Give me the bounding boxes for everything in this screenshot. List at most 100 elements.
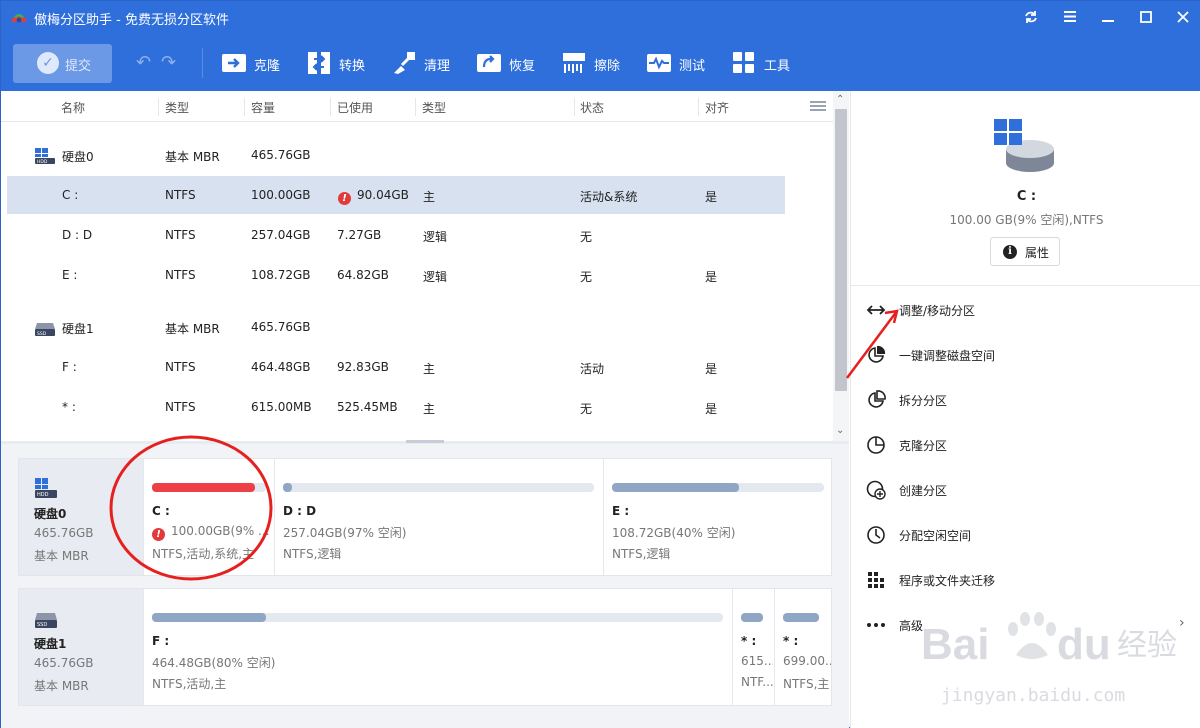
chevron-right-icon: › [1179, 615, 1185, 631]
op-app-mover[interactable]: 程序或文件夹迁移 [851, 558, 1200, 603]
op-resize-move[interactable]: 调整/移动分区 [851, 288, 1200, 333]
op-advanced[interactable]: 高级 › [851, 603, 1200, 648]
refresh-icon[interactable] [1019, 6, 1043, 28]
partition-name: E : [612, 504, 630, 518]
partition-attrs: NTFS,主 [783, 677, 830, 691]
row-fs: 基本 MBR [165, 150, 220, 164]
used-value: 90.04GB [357, 188, 409, 202]
row-status: 无 [580, 230, 593, 244]
partition-block-star-2[interactable]: * : 699.00... NTFS,主 [774, 589, 832, 705]
disk-info: SSD 硬盘1 465.76GB 基本 MBR [19, 589, 143, 705]
partition-row-e[interactable]: E : NTFS 108.72GB 64.82GB 逻辑 无 是 [7, 256, 785, 294]
partition-name: * : [783, 634, 799, 648]
window-title: 傲梅分区助手 - 免费无损分区软件 [34, 13, 229, 28]
partition-attrs: NTFS,逻辑 [612, 547, 671, 561]
row-ptype: 逻辑 [423, 270, 448, 284]
partition-block-d[interactable]: D : D 257.04GB(97% 空闲) NTFS,逻辑 [274, 459, 603, 575]
undo-icon[interactable]: ↶ [136, 52, 151, 73]
resize-move-icon [866, 305, 886, 315]
scroll-up-icon[interactable]: ⌃ [836, 94, 844, 105]
row-capacity: 108.72GB [251, 268, 311, 282]
partition-block-f[interactable]: F : 464.48GB(80% 空闲) NTFS,活动,主 [143, 589, 732, 705]
usage-fill [741, 613, 763, 622]
submit-button[interactable]: ✓ 提交 [13, 44, 112, 83]
vertical-scrollbar[interactable]: ⌃ ⌄ [833, 91, 849, 441]
row-fs: 基本 MBR [165, 322, 220, 336]
maximize-icon[interactable] [1134, 6, 1158, 28]
tool-label: 恢复 [509, 59, 536, 74]
panel-divider [851, 285, 1200, 286]
disk-row[interactable]: SSD 硬盘1 基本 MBR 465.76GB [7, 308, 785, 346]
column-name[interactable]: 名称 [61, 99, 85, 116]
partition-row-c[interactable]: C : NTFS 100.00GB ! 90.04GB 主 活动&系统 是 [7, 176, 785, 214]
row-used: 525.45MB [337, 400, 398, 414]
row-used: ! 90.04GB [338, 188, 409, 205]
app-logo-icon [11, 14, 27, 23]
clone-partition-icon [867, 436, 885, 454]
column-fs[interactable]: 类型 [165, 99, 189, 116]
op-clone-partition[interactable]: 克隆分区 [851, 423, 1200, 468]
selected-partition-name: C : [1016, 189, 1037, 204]
disk-type: 基本 MBR [34, 679, 89, 693]
warning-icon: ! [338, 192, 351, 205]
row-status: 无 [580, 270, 593, 284]
warning-icon: ! [152, 528, 165, 541]
column-type[interactable]: 类型 [422, 99, 446, 116]
column-divider [244, 98, 245, 116]
partition-block-c[interactable]: C : ! 100.00GB(9% ... NTFS,活动,系统,主 [143, 459, 274, 575]
recover-icon [477, 54, 501, 72]
wipe-icon [563, 53, 585, 73]
title-bar: 傲梅分区助手 - 免费无损分区软件 [1, 1, 1200, 34]
op-create-partition[interactable]: 创建分区 [851, 468, 1200, 513]
row-capacity: 100.00GB [251, 188, 311, 202]
disk-info: HDD 硬盘0 465.76GB 基本 MBR [19, 459, 143, 575]
op-quick-adjust[interactable]: 一键调整磁盘空间 [851, 333, 1200, 378]
disk-row[interactable]: HDD 硬盘0 基本 MBR 465.76GB [7, 136, 785, 174]
disk-card[interactable]: SSD 硬盘1 465.76GB 基本 MBR F : 464.48GB(80%… [18, 588, 832, 706]
usage-fill [283, 483, 293, 492]
close-icon[interactable] [1171, 6, 1195, 28]
op-label: 一键调整磁盘空间 [899, 349, 996, 363]
operations-panel: C : 100.00 GB(9% 空闲),NTFS i 属性 调整/移动分区 一… [850, 91, 1200, 728]
column-header: 名称 类型 容量 已使用 类型 状态 对齐 [1, 91, 833, 122]
redo-icon[interactable]: ↷ [161, 52, 176, 73]
splitter-grip[interactable] [406, 440, 444, 443]
column-status[interactable]: 状态 [580, 99, 604, 116]
row-fs: NTFS [165, 268, 196, 282]
tool-label: 工具 [764, 59, 791, 74]
partition-block-star[interactable]: * : 615... NTF... [732, 589, 774, 705]
op-allocate-space[interactable]: 分配空闲空间 [851, 513, 1200, 558]
partition-attrs: NTFS,逻辑 [283, 547, 342, 561]
menu-icon[interactable] [1058, 6, 1082, 28]
info-icon: i [1003, 245, 1017, 259]
more-icon [867, 623, 885, 627]
partition-row-d[interactable]: D : D NTFS 257.04GB 7.27GB 逻辑 无 [7, 216, 785, 254]
op-label: 克隆分区 [899, 439, 948, 453]
properties-label: 属性 [1025, 246, 1050, 260]
disk-type: 基本 MBR [34, 549, 89, 563]
op-split-partition[interactable]: 拆分分区 [851, 378, 1200, 423]
row-name: F : [62, 360, 77, 374]
column-capacity[interactable]: 容量 [251, 99, 275, 116]
app-mover-icon [868, 572, 884, 588]
tool-label: 测试 [679, 59, 706, 74]
selected-partition-info: 100.00 GB(9% 空闲),NTFS [949, 213, 1104, 227]
row-used: 64.82GB [337, 268, 389, 282]
partition-block-e[interactable]: E : 108.72GB(40% 空闲) NTFS,逻辑 [603, 459, 832, 575]
properties-button[interactable]: i 属性 [990, 237, 1060, 266]
column-align[interactable]: 对齐 [705, 99, 729, 116]
disk-card[interactable]: HDD 硬盘0 465.76GB 基本 MBR C : ! 100.00GB(9%… [18, 458, 832, 576]
op-label: 高级 [899, 619, 924, 633]
row-capacity: 257.04GB [251, 228, 311, 242]
scrollbar-thumb[interactable] [835, 109, 847, 391]
row-status: 活动&系统 [580, 190, 638, 204]
partition-row-star[interactable]: * : NTFS 615.00MB 525.45MB 主 无 是 [7, 388, 785, 426]
tool-label: 清理 [424, 59, 451, 74]
column-used[interactable]: 已使用 [337, 99, 373, 116]
scroll-down-icon[interactable]: ⌄ [836, 425, 844, 436]
op-label: 分配空闲空间 [899, 529, 972, 543]
usage-fill [152, 483, 255, 492]
column-options-icon[interactable] [810, 101, 826, 111]
minimize-icon[interactable] [1096, 6, 1120, 28]
partition-row-f[interactable]: F : NTFS 464.48GB 92.83GB 主 活动 是 [7, 348, 785, 386]
